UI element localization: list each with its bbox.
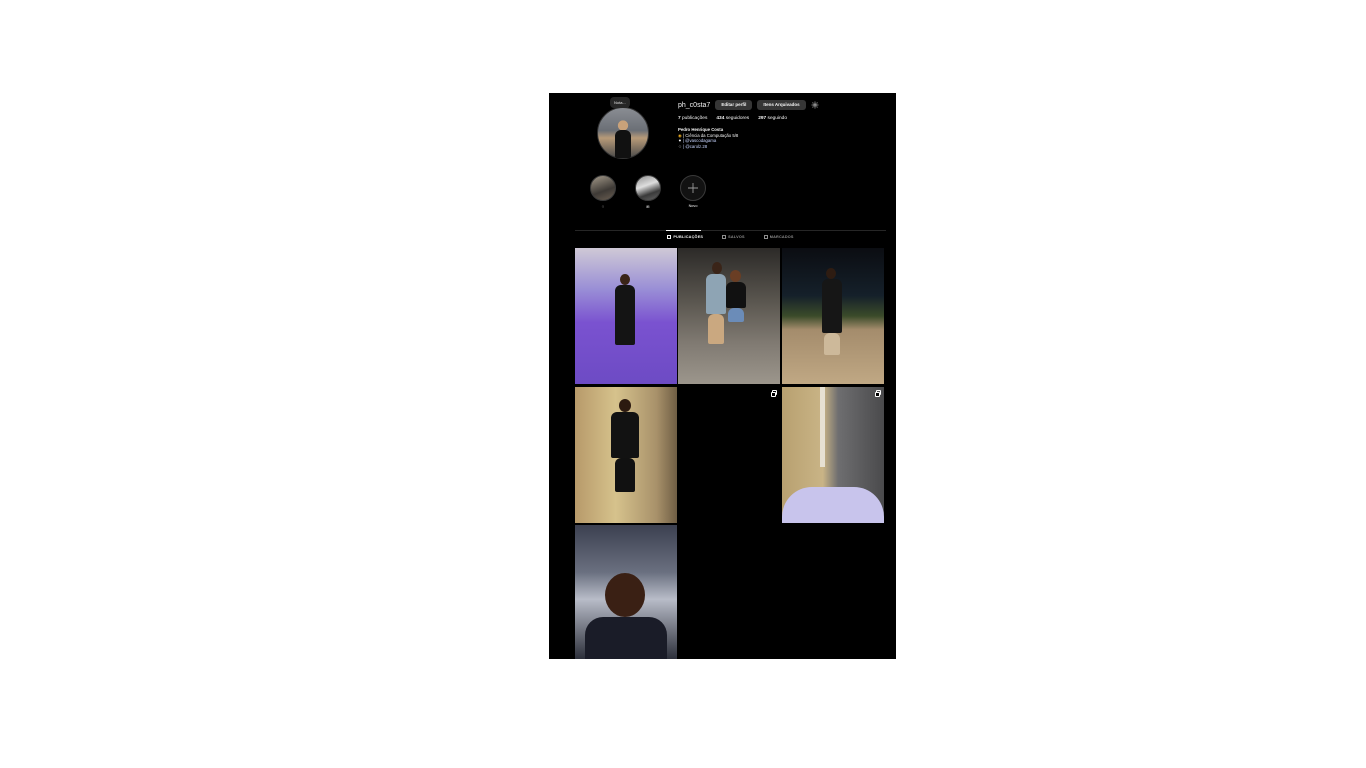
multiple-photos-icon — [875, 390, 881, 398]
tab-saved-label: SALVOS — [728, 235, 745, 239]
legs-area — [782, 487, 884, 523]
person-body — [822, 279, 842, 333]
highlight-label: ⊞ — [646, 205, 650, 209]
highlight-cover — [635, 175, 661, 201]
post-thumbnail[interactable] — [575, 387, 677, 523]
bio-line-3-text[interactable]: | @carolz.28 — [683, 144, 707, 149]
new-highlight-button[interactable]: Novo — [679, 175, 707, 209]
person-body — [585, 617, 667, 659]
tab-saved[interactable]: SALVOS — [722, 235, 745, 239]
bio: Pedro Henrique Costa ◉ | Ciência da Comp… — [678, 127, 888, 149]
tag-icon — [763, 235, 768, 239]
emoji-icon: ♢ — [678, 143, 682, 149]
person-legs — [824, 333, 840, 355]
archived-items-button[interactable]: Itens Arquivados — [757, 100, 806, 110]
avatar[interactable] — [597, 107, 649, 159]
username-row: ph_c0sta7 Editar perfil Itens Arquivados — [678, 99, 888, 111]
posts-label: publicações — [682, 116, 708, 121]
profile-info: ph_c0sta7 Editar perfil Itens Arquivados… — [678, 99, 888, 149]
person-body — [726, 282, 746, 308]
person-body — [615, 285, 635, 345]
grid-icon — [667, 235, 672, 239]
bio-line-2-text[interactable]: | @vascodagama — [683, 138, 716, 143]
highlight-item[interactable]: ♢ — [589, 175, 617, 209]
new-highlight-circle — [680, 175, 706, 201]
pavement-line — [820, 387, 825, 467]
followers-label: seguidores — [725, 116, 750, 121]
person-head — [826, 268, 836, 279]
plus-icon — [688, 183, 698, 193]
highlight-cover — [590, 175, 616, 201]
person-head — [712, 262, 722, 274]
bio-line-1-text: | Ciência da Computação 5/8 — [682, 132, 739, 138]
instagram-profile-page: Nota... ph_c0sta7 Editar perfil Itens Ar… — [549, 93, 896, 659]
tabs-divider — [575, 230, 886, 231]
posts-stat: 7 publicações — [678, 116, 707, 121]
emoji-icon: ◉ — [678, 132, 682, 138]
multiple-photos-icon — [771, 390, 777, 398]
highlight-item[interactable]: ⊞ — [634, 175, 662, 209]
story-highlights: ♢ ⊞ Novo — [589, 175, 707, 209]
emoji-icon: ⚫ — [678, 138, 682, 143]
followers-stat[interactable]: 434 seguidores — [716, 116, 749, 121]
person-head — [619, 399, 631, 412]
bookmark-icon — [722, 235, 727, 239]
highlight-label: Novo — [688, 204, 698, 208]
username: ph_c0sta7 — [678, 101, 711, 109]
person-legs — [615, 458, 635, 492]
person-head — [605, 573, 645, 617]
following-label: seguindo — [767, 116, 788, 121]
note-bubble[interactable]: Nota... — [610, 97, 630, 108]
post-thumbnail[interactable] — [678, 248, 780, 384]
post-thumbnail[interactable] — [575, 525, 677, 659]
following-stat[interactable]: 297 seguindo — [758, 116, 787, 121]
person-body — [611, 412, 639, 458]
person-body — [706, 274, 726, 314]
highlight-label: ♢ — [601, 205, 605, 209]
tab-posts[interactable]: PUBLICAÇÕES — [667, 235, 703, 239]
active-tab-indicator — [666, 230, 701, 231]
tab-tagged[interactable]: MARCADOS — [763, 235, 794, 239]
person-head — [730, 270, 741, 282]
post-thumbnail[interactable] — [782, 387, 884, 523]
followers-count: 434 — [716, 116, 725, 121]
post-thumbnail[interactable] — [678, 387, 780, 523]
following-count: 297 — [758, 116, 767, 121]
tab-tagged-label: MARCADOS — [769, 235, 794, 239]
tab-posts-label: PUBLICAÇÕES — [673, 235, 704, 239]
post-thumbnail[interactable] — [782, 248, 884, 384]
person-head — [620, 274, 630, 285]
gear-icon[interactable] — [811, 101, 819, 109]
person-legs — [728, 308, 744, 322]
edit-profile-button[interactable]: Editar perfil — [715, 100, 753, 110]
person-legs — [708, 314, 724, 344]
profile-avatar-area: Nota... — [597, 97, 649, 159]
profile-stats: 7 publicações 434 seguidores 297 seguind… — [678, 116, 888, 121]
post-thumbnail[interactable] — [575, 248, 677, 384]
bio-line-3: ♢ | @carolz.28 — [678, 144, 888, 150]
posts-count: 7 — [678, 116, 681, 121]
profile-tabs: PUBLICAÇÕES SALVOS MARCADOS — [575, 235, 886, 239]
